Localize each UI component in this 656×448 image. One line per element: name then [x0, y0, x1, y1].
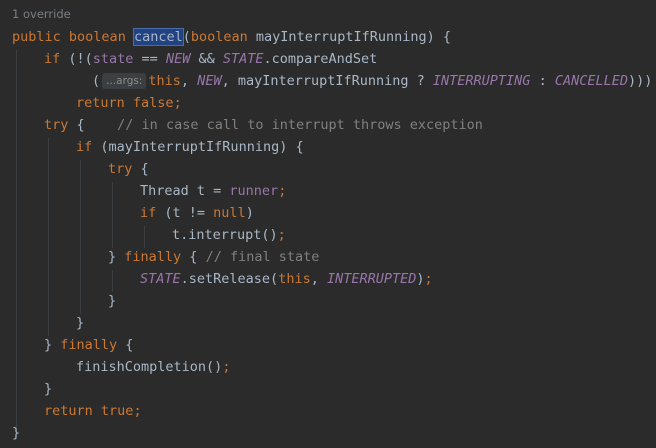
semicolon: ;: [222, 359, 231, 375]
closing-brace: }: [44, 381, 53, 397]
semicolon: ;: [173, 95, 182, 111]
semicolon: ;: [424, 271, 433, 287]
keyword: return: [76, 95, 125, 111]
keyword: false: [132, 95, 174, 111]
code-text: {: [132, 161, 149, 177]
code-text: }: [44, 337, 61, 353]
code-text: {: [68, 117, 85, 133]
semicolon: ;: [133, 403, 142, 419]
code-text: ): [245, 205, 254, 221]
code-line[interactable]: finishCompletion();: [76, 356, 230, 378]
code-text: ))): [628, 73, 653, 89]
keyword: finally: [124, 249, 182, 265]
keyword: boolean: [68, 29, 126, 45]
code-line[interactable]: }: [76, 312, 84, 334]
usages-hint[interactable]: 1 override: [12, 7, 71, 21]
keyword: if: [140, 205, 157, 221]
indent-guide: [144, 226, 145, 248]
semicolon: ;: [278, 183, 287, 199]
parameter-hint: ...args:: [102, 73, 147, 89]
keyword: true: [100, 403, 134, 419]
code-line[interactable]: Thread t = runner;: [140, 180, 286, 202]
indent-guide: [16, 50, 17, 434]
code-text: {: [117, 337, 134, 353]
code-text: (t !=: [156, 205, 214, 221]
code-line[interactable]: if (!(state == NEW && STATE.compareAndSe…: [44, 48, 377, 70]
code-line[interactable]: return false;: [76, 92, 182, 114]
code-line[interactable]: t.interrupt();: [172, 224, 286, 246]
code-line[interactable]: if (mayInterruptIfRunning) {: [76, 136, 304, 158]
field-ref: state: [92, 51, 134, 67]
code-text: (: [182, 29, 191, 45]
indent-guide: [112, 270, 113, 292]
code-text: finishCompletion(): [76, 359, 223, 375]
constant-ref: NEW: [165, 51, 191, 67]
keyword: this: [148, 73, 181, 89]
constant-ref: INTERRUPTING: [432, 73, 531, 89]
keyword: try: [108, 161, 133, 177]
code-line[interactable]: (...args: this, NEW, mayInterruptIfRunnin…: [92, 70, 652, 92]
keyword: finally: [60, 337, 118, 353]
code-line[interactable]: }: [108, 290, 116, 312]
code-line[interactable]: try { // in case call to interrupt throw…: [44, 114, 483, 136]
field-ref: runner: [229, 183, 279, 199]
constant-ref: NEW: [197, 73, 222, 89]
code-text: :: [530, 73, 555, 89]
keyword: return: [44, 403, 93, 419]
code-text: t.interrupt(): [172, 227, 278, 243]
code-text: {: [181, 249, 206, 265]
code-text: (!(: [60, 51, 93, 67]
constant-ref: STATE: [222, 51, 264, 67]
indent-guide: [80, 160, 81, 314]
code-line[interactable]: return true;: [44, 400, 142, 422]
constant-ref: STATE: [140, 271, 181, 287]
keyword: boolean: [190, 29, 248, 45]
code-line[interactable]: if (t != null): [140, 202, 254, 224]
code-text: .setRelease(: [180, 271, 279, 287]
closing-brace: }: [108, 293, 117, 309]
code-line[interactable]: }: [12, 422, 20, 444]
code-text: }: [108, 249, 125, 265]
closing-brace: }: [76, 315, 85, 331]
keyword: public: [12, 29, 61, 45]
code-text: .compareAndSet: [263, 51, 378, 67]
code-editor[interactable]: 1 override public boolean cancel(boolean…: [0, 0, 656, 448]
indent-guide: [112, 182, 113, 248]
code-text: ==: [133, 51, 166, 67]
code-line[interactable]: try {: [108, 158, 149, 180]
code-text: ,: [180, 73, 198, 89]
closing-brace: }: [12, 425, 21, 441]
method-name-highlighted[interactable]: cancel: [132, 28, 184, 46]
code-text: (: [92, 73, 101, 89]
code-text: &&: [190, 51, 223, 67]
code-line[interactable]: public boolean cancel(boolean mayInterru…: [12, 26, 451, 48]
constant-ref: CANCELLED: [554, 73, 628, 89]
code-text: ): [416, 271, 425, 287]
semicolon: ;: [277, 227, 286, 243]
code-line[interactable]: }: [44, 378, 52, 400]
code-line[interactable]: } finally { // final state: [108, 246, 319, 268]
keyword: try: [44, 117, 69, 133]
code-text: (mayInterruptIfRunning) {: [92, 139, 304, 155]
code-text: Thread t =: [140, 183, 230, 199]
keyword: this: [278, 271, 311, 287]
comment: // final state: [205, 249, 320, 265]
code-text: mayInterruptIfRunning) {: [247, 29, 451, 45]
indent-guide: [48, 138, 49, 336]
constant-ref: INTERRUPTED: [326, 271, 417, 287]
keyword: null: [213, 205, 246, 221]
keyword: if: [76, 139, 93, 155]
code-text: ,: [310, 271, 327, 287]
code-text: , mayInterruptIfRunning ?: [221, 73, 433, 89]
keyword: if: [44, 51, 61, 67]
code-line[interactable]: STATE.setRelease(this, INTERRUPTED);: [140, 268, 433, 290]
comment: // in case call to interrupt throws exce…: [117, 117, 483, 133]
code-line[interactable]: } finally {: [44, 334, 133, 356]
